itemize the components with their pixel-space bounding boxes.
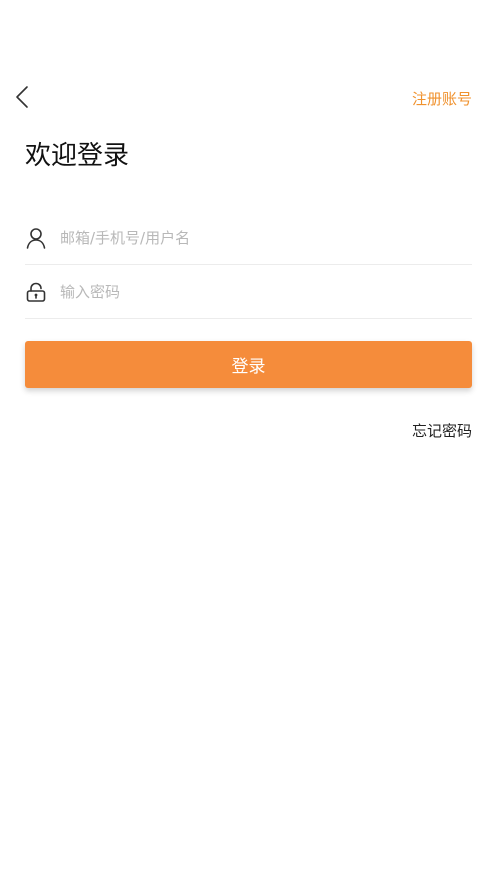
register-account-link[interactable]: 注册账号 <box>412 89 472 109</box>
username-input[interactable] <box>60 222 472 253</box>
password-input[interactable] <box>60 276 472 307</box>
forgot-password-link[interactable]: 忘记密码 <box>412 421 472 441</box>
back-button[interactable] <box>8 84 36 114</box>
login-button[interactable]: 登录 <box>25 341 472 388</box>
lock-icon <box>25 281 47 303</box>
login-screen: 注册账号 欢迎登录 登录 忘记密码 <box>0 0 497 883</box>
username-field-row <box>25 211 472 265</box>
page-title: 欢迎登录 <box>25 141 130 171</box>
chevron-left-icon <box>14 85 30 113</box>
password-field-row <box>25 265 472 319</box>
user-icon <box>25 227 47 249</box>
